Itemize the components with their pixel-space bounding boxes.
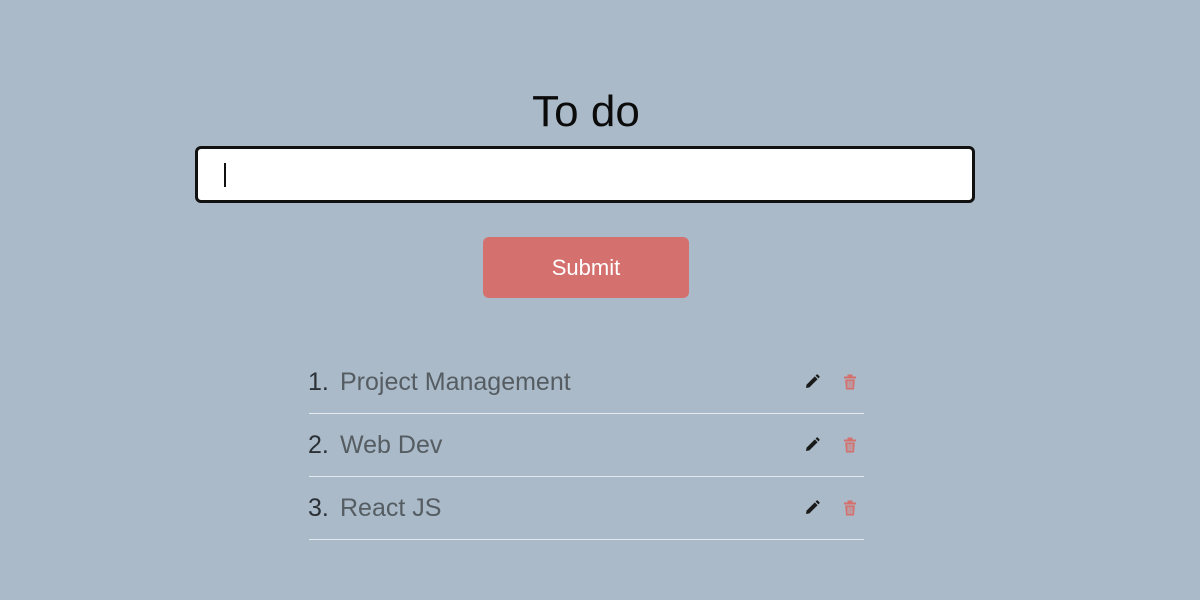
page-title: To do — [532, 87, 640, 136]
todo-number: 3. — [308, 494, 329, 522]
trash-icon[interactable] — [841, 373, 859, 391]
todo-text: Web Dev — [340, 431, 443, 459]
pencil-icon[interactable] — [803, 373, 821, 391]
todo-text: Project Management — [340, 368, 571, 396]
todo-input[interactable] — [195, 146, 975, 203]
todo-list: 1. Project Management 2. Web Dev 3. Reac… — [308, 351, 864, 540]
trash-icon[interactable] — [841, 436, 859, 454]
pencil-icon[interactable] — [803, 436, 821, 454]
todo-app: To do Submit 1. Project Management 2. We… — [0, 0, 1200, 600]
list-item: 2. Web Dev — [308, 414, 864, 477]
submit-button[interactable]: Submit — [483, 237, 689, 298]
trash-icon[interactable] — [841, 499, 859, 517]
text-caret — [224, 163, 226, 187]
todo-number: 2. — [308, 431, 329, 459]
list-item: 3. React JS — [308, 477, 864, 540]
list-item: 1. Project Management — [308, 351, 864, 414]
pencil-icon[interactable] — [803, 499, 821, 517]
todo-number: 1. — [308, 368, 329, 396]
todo-text: React JS — [340, 494, 442, 522]
